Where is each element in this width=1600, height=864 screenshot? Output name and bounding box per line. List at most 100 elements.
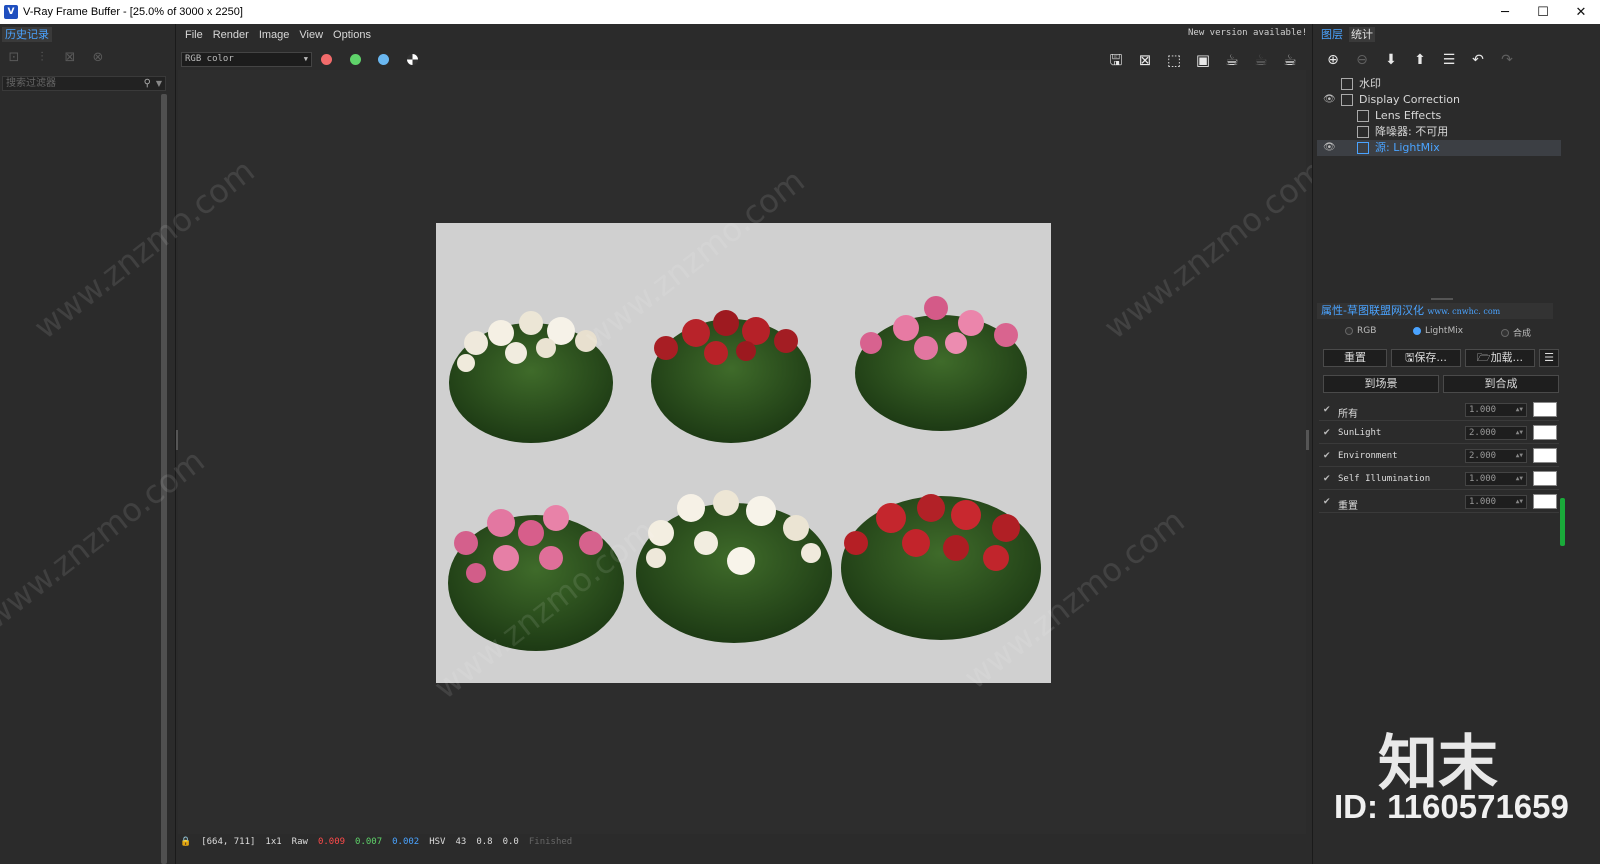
checkbox-icon[interactable]: ✔ (1323, 497, 1331, 507)
render-interactive-icon[interactable]: ☕ (1280, 50, 1300, 70)
menu-view[interactable]: View (294, 26, 328, 44)
delete-layer-icon[interactable]: ⊖ (1352, 50, 1372, 70)
stop-render-icon[interactable]: ☕ (1251, 50, 1271, 70)
menu-file[interactable]: File (180, 26, 208, 44)
light-intensity: 2.000 (1469, 428, 1497, 438)
zoom-select[interactable]: 1x1 (265, 837, 281, 847)
list-options-icon[interactable]: ☰ (1539, 349, 1559, 367)
close-button[interactable]: ✕ (1562, 0, 1600, 24)
light-intensity-input[interactable]: 2.000 ▲▼ (1465, 449, 1527, 463)
lightmix-scrollbar[interactable] (1560, 498, 1565, 546)
hue-value: 43 (455, 837, 467, 847)
history-filter-input[interactable]: 搜索过滤器 ⚲ ▼ (2, 76, 166, 91)
layer-list-icon[interactable]: ☰ (1439, 50, 1459, 70)
layer-lens-effects[interactable]: Lens Effects (1317, 108, 1561, 124)
light-color-swatch[interactable] (1533, 402, 1557, 417)
alpha-channel-button[interactable] (407, 54, 418, 65)
light-label: 重置 (1338, 501, 1358, 512)
checkbox-icon[interactable]: ✔ (1323, 428, 1331, 438)
clear-image-icon[interactable]: ⊠ (1135, 50, 1155, 70)
spinner-icon[interactable]: ▲▼ (1516, 450, 1523, 462)
right-splitter[interactable] (1306, 430, 1309, 450)
light-intensity-input[interactable]: 1.000 ▲▼ (1465, 472, 1527, 486)
light-intensity-input[interactable]: 2.000 ▲▼ (1465, 426, 1527, 440)
panel-divider[interactable] (1431, 298, 1453, 300)
reset-button[interactable]: 重置 (1323, 349, 1387, 367)
tab-stats[interactable]: 统计 (1349, 27, 1375, 42)
spinner-icon[interactable]: ▲▼ (1516, 427, 1523, 439)
spinner-icon[interactable]: ▲▼ (1516, 404, 1523, 416)
to-scene-button[interactable]: 到场景 (1323, 375, 1439, 393)
light-intensity-input[interactable]: 1.000 ▲▼ (1465, 495, 1527, 509)
color-mode-select[interactable]: HSV (429, 837, 445, 847)
light-color-swatch[interactable] (1533, 471, 1557, 486)
load-button[interactable]: 🗁加载... (1465, 349, 1535, 367)
channel-select[interactable]: RGB color ▼ (181, 52, 312, 67)
radio-composite[interactable]: 合成 (1501, 326, 1531, 339)
render-status: Finished (528, 837, 573, 847)
save-image-icon[interactable]: 🖫 (1106, 50, 1126, 70)
eye-icon[interactable]: 👁 (1323, 92, 1336, 108)
minimize-button[interactable]: ─ (1486, 0, 1524, 24)
blue-channel-button[interactable] (378, 54, 389, 65)
light-intensity: 1.000 (1469, 474, 1497, 484)
menu-image[interactable]: Image (254, 26, 295, 44)
mode-radio-group: RGB LightMix 合成 (1345, 326, 1585, 340)
redo-icon[interactable]: ↷ (1497, 50, 1517, 70)
maximize-button[interactable]: ☐ (1524, 0, 1562, 24)
layer-source-lightmix[interactable]: 👁 源: LightMix (1317, 140, 1561, 156)
pixel-mode[interactable]: Raw (292, 837, 308, 847)
checkbox-icon[interactable]: ✔ (1323, 405, 1331, 415)
radio-rgb[interactable]: RGB (1345, 326, 1376, 336)
chevron-down-icon[interactable]: ▼ (156, 77, 162, 90)
light-color-swatch[interactable] (1533, 448, 1557, 463)
chevron-down-icon: ▼ (303, 55, 308, 63)
save-history-icon[interactable]: ⊡ (4, 50, 24, 68)
light-intensity: 1.000 (1469, 497, 1497, 507)
remove-icon[interactable]: ⊗ (88, 50, 108, 68)
radio-lightmix[interactable]: LightMix (1413, 326, 1463, 336)
history-scrollbar[interactable] (161, 94, 167, 864)
region-render-icon[interactable]: ⬚ (1164, 50, 1184, 70)
value-value: 0.0 (502, 837, 519, 847)
layer-denoiser[interactable]: 降噪器: 不可用 (1317, 124, 1561, 140)
load-layers-icon[interactable]: ⬆ (1410, 50, 1430, 70)
menu-options[interactable]: Options (328, 26, 376, 44)
layer-label: Display Correction (1359, 93, 1460, 106)
green-value: 0.007 (355, 837, 383, 847)
layer-icon (1357, 110, 1369, 122)
menu-render[interactable]: Render (208, 26, 254, 44)
add-layer-icon[interactable]: ⊕ (1323, 50, 1343, 70)
render-icon[interactable]: ☕ (1222, 50, 1242, 70)
eye-icon[interactable]: 👁 (1323, 140, 1336, 156)
checkbox-icon[interactable]: ✔ (1323, 451, 1331, 461)
lightmix-row-rest: ✔ 重置 1.000 ▲▼ (1319, 492, 1559, 513)
green-channel-button[interactable] (350, 54, 361, 65)
save-layers-icon[interactable]: ⬇ (1381, 50, 1401, 70)
new-version-notice[interactable]: New version available! (1188, 28, 1307, 38)
red-channel-button[interactable] (321, 54, 332, 65)
menu-bar: File Render Image View Options (180, 26, 376, 44)
tab-layers[interactable]: 图层 (1319, 27, 1345, 42)
undo-icon[interactable]: ↶ (1468, 50, 1488, 70)
checkbox-icon[interactable]: ✔ (1323, 474, 1331, 484)
track-mouse-icon[interactable]: ▣ (1193, 50, 1213, 70)
light-intensity-input[interactable]: 1.000 ▲▼ (1465, 403, 1527, 417)
watermark-id: ID: 1160571659 (1334, 788, 1569, 825)
to-composite-button[interactable]: 到合成 (1443, 375, 1559, 393)
search-icon[interactable]: ⚲ (144, 77, 151, 90)
compare-icon[interactable]: ⫶ (32, 50, 52, 68)
light-color-swatch[interactable] (1533, 425, 1557, 440)
load-icon[interactable]: ⊠ (60, 50, 80, 68)
lock-icon[interactable]: 🔒 (180, 837, 191, 847)
history-tab[interactable]: 历史记录 (2, 27, 52, 42)
spinner-icon[interactable]: ▲▼ (1516, 473, 1523, 485)
light-color-swatch[interactable] (1533, 494, 1557, 509)
channel-selected: RGB color (185, 54, 234, 64)
save-button[interactable]: 🖫保存... (1391, 349, 1461, 367)
lightmix-row-sunlight: ✔ SunLight 2.000 ▲▼ (1319, 423, 1559, 444)
layer-watermark[interactable]: 水印 (1317, 76, 1561, 92)
spinner-icon[interactable]: ▲▼ (1516, 496, 1523, 508)
filter-placeholder: 搜索过滤器 (6, 78, 56, 89)
layer-display-correction[interactable]: 👁 Display Correction (1317, 92, 1561, 108)
